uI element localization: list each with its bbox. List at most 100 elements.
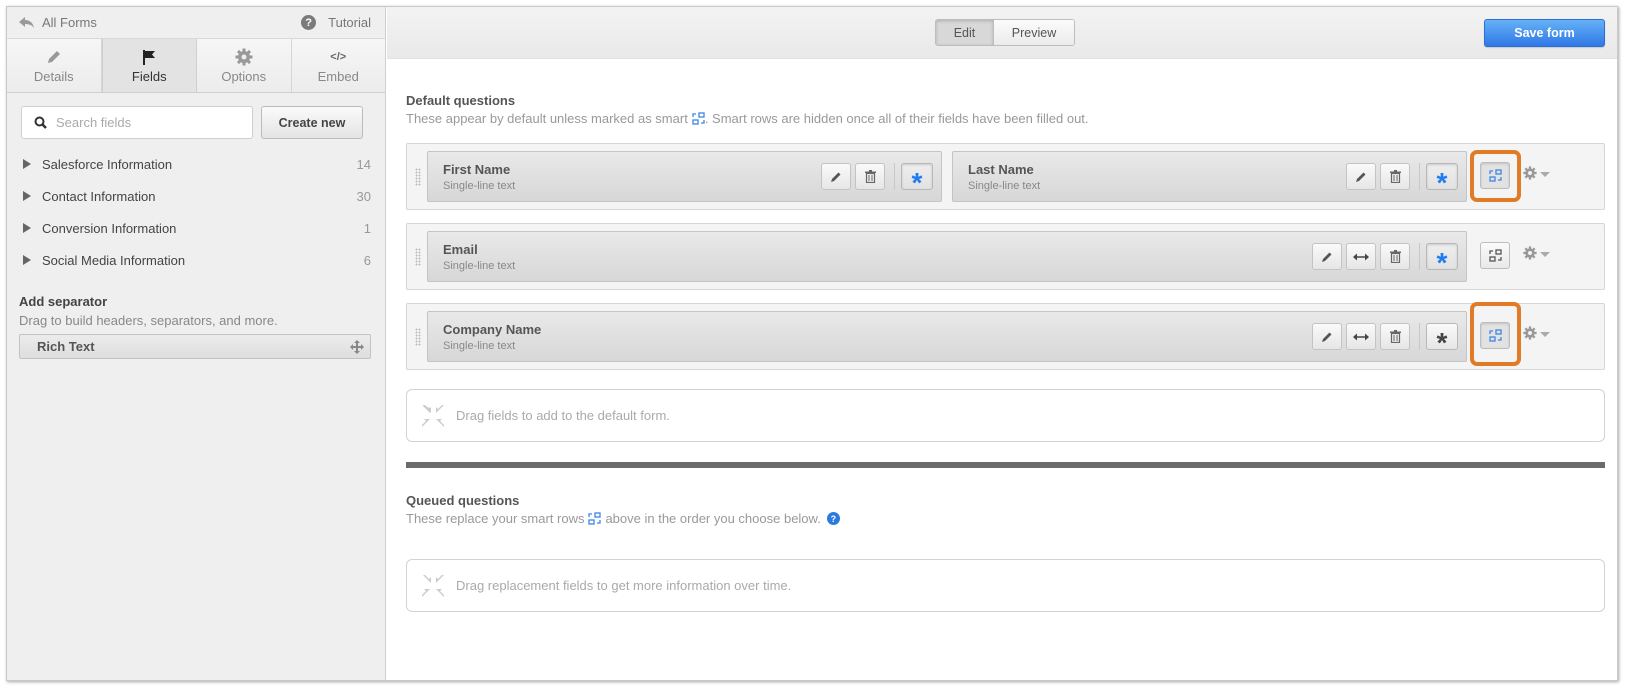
form-row: Email Single-line text * — [406, 223, 1605, 290]
gear-icon — [235, 48, 253, 66]
sidebar-tabs: Details Fields Options </> Embed — [7, 39, 385, 93]
field-type: Single-line text — [443, 180, 516, 192]
required-toggle[interactable]: * — [1426, 163, 1458, 196]
tab-details[interactable]: Details — [7, 39, 102, 92]
row-settings-menu[interactable] — [1523, 166, 1550, 180]
collapse-arrows-icon — [422, 404, 444, 427]
smart-row-toggle[interactable] — [1480, 322, 1510, 349]
expand-triangle-icon — [23, 223, 31, 233]
default-questions-title: Default questions — [406, 93, 516, 108]
drag-handle[interactable] — [415, 168, 421, 186]
caret-down-icon — [1540, 172, 1550, 177]
form-field-company-name[interactable]: Company Name Single-line text * — [427, 311, 1467, 362]
field-group-contact[interactable]: Contact Information 30 — [23, 180, 371, 212]
rich-text-label: Rich Text — [37, 339, 95, 354]
field-group-name: Conversion Information — [42, 220, 177, 236]
edit-field-button[interactable] — [1312, 323, 1342, 350]
code-icon: </> — [330, 51, 347, 63]
search-box — [21, 106, 253, 139]
queued-dropzone[interactable]: Drag replacement fields to get more info… — [406, 559, 1605, 612]
divider — [1419, 163, 1420, 190]
tab-options[interactable]: Options — [197, 39, 292, 92]
collapse-arrows-icon — [422, 574, 444, 597]
drag-handle[interactable] — [415, 248, 421, 266]
pencil-icon — [1322, 332, 1332, 342]
form-field-first-name[interactable]: First Name Single-line text * — [427, 151, 942, 202]
edit-field-button[interactable] — [1312, 243, 1342, 270]
smart-row-icon — [1488, 169, 1502, 182]
delete-field-button[interactable] — [1380, 163, 1410, 190]
row-settings-menu[interactable] — [1523, 326, 1550, 340]
queued-desc-text-2: above in the order you choose below. — [605, 511, 821, 526]
pencil-icon — [47, 51, 60, 63]
required-toggle[interactable]: * — [1426, 243, 1458, 276]
field-name: Last Name — [968, 162, 1034, 177]
form-field-email[interactable]: Email Single-line text * — [427, 231, 1467, 282]
queued-questions-description: These replace your smart rows above in t… — [406, 511, 1605, 526]
field-group-count: 14 — [356, 156, 371, 172]
save-form-button[interactable]: Save form — [1484, 19, 1605, 47]
delete-field-button[interactable] — [855, 163, 885, 190]
required-toggle[interactable]: * — [1426, 323, 1458, 356]
help-icon: ? — [301, 15, 317, 30]
resize-field-button[interactable] — [1346, 243, 1376, 270]
delete-field-button[interactable] — [1380, 243, 1410, 270]
flag-icon — [143, 50, 156, 65]
smart-row-icon — [1488, 249, 1502, 262]
field-name: Company Name — [443, 322, 542, 337]
edit-field-button[interactable] — [821, 163, 851, 190]
field-name: First Name — [443, 162, 511, 177]
resize-field-button[interactable] — [1346, 323, 1376, 350]
move-icon — [350, 339, 364, 354]
preview-mode-button[interactable]: Preview — [994, 20, 1074, 45]
smart-row-toggle[interactable] — [1480, 162, 1510, 189]
queued-desc-text-1: These replace your smart rows — [406, 511, 585, 526]
create-new-button[interactable]: Create new — [261, 106, 363, 139]
edit-mode-button[interactable]: Edit — [936, 20, 994, 45]
tab-embed[interactable]: </> Embed — [292, 39, 386, 92]
delete-field-button[interactable] — [1380, 323, 1410, 350]
tab-fields[interactable]: Fields — [101, 39, 197, 92]
search-fields-input[interactable] — [56, 115, 236, 130]
field-group-conversion[interactable]: Conversion Information 1 — [23, 212, 371, 244]
form-row: First Name Single-line text * Last Name … — [406, 143, 1605, 210]
search-row: Create new — [7, 93, 385, 139]
tab-embed-label: Embed — [317, 69, 359, 84]
field-group-name: Salesforce Information — [42, 156, 173, 172]
add-separator-section: Add separator Drag to build headers, sep… — [7, 276, 385, 359]
gear-icon — [1523, 166, 1537, 180]
smart-row-toggle[interactable] — [1480, 242, 1510, 269]
field-group-social-media[interactable]: Social Media Information 6 — [23, 244, 371, 276]
mode-toggle: Edit Preview — [935, 19, 1075, 46]
divider — [1419, 323, 1420, 350]
drag-handle[interactable] — [415, 328, 421, 346]
rich-text-separator-item[interactable]: Rich Text — [19, 334, 371, 359]
add-separator-title: Add separator — [19, 294, 108, 309]
dropzone-text: Drag replacement fields to get more info… — [456, 578, 792, 593]
help-icon[interactable]: ? — [826, 512, 840, 525]
form-editor-content: Default questions These appear by defaul… — [387, 59, 1617, 612]
trash-icon — [1389, 250, 1401, 263]
divider — [894, 163, 895, 190]
trash-icon — [1389, 330, 1401, 343]
tab-options-label: Options — [221, 69, 267, 84]
edit-field-button[interactable] — [1346, 163, 1376, 190]
tab-fields-label: Fields — [131, 69, 167, 84]
tutorial-link[interactable]: ? Tutorial — [301, 15, 371, 30]
field-group-salesforce[interactable]: Salesforce Information 14 — [23, 148, 371, 180]
default-desc-text-2: . Smart rows are hidden once all of thei… — [704, 111, 1089, 126]
pencil-icon — [831, 172, 841, 182]
form-row: Company Name Single-line text * — [406, 302, 1605, 370]
default-rows: First Name Single-line text * Last Name … — [406, 143, 1605, 468]
default-desc-text-1: These appear by default unless marked as… — [406, 111, 688, 126]
trash-icon — [864, 170, 876, 183]
row-settings-menu[interactable] — [1523, 246, 1550, 260]
caret-down-icon — [1540, 332, 1550, 337]
required-toggle[interactable]: * — [901, 163, 933, 196]
queued-questions-title: Queued questions — [406, 493, 520, 508]
field-name: Email — [443, 242, 478, 257]
field-group-count: 1 — [363, 220, 371, 236]
form-field-last-name[interactable]: Last Name Single-line text * — [952, 151, 1467, 202]
default-form-dropzone[interactable]: Drag fields to add to the default form. — [406, 389, 1605, 442]
all-forms-link[interactable]: All Forms — [19, 15, 97, 30]
